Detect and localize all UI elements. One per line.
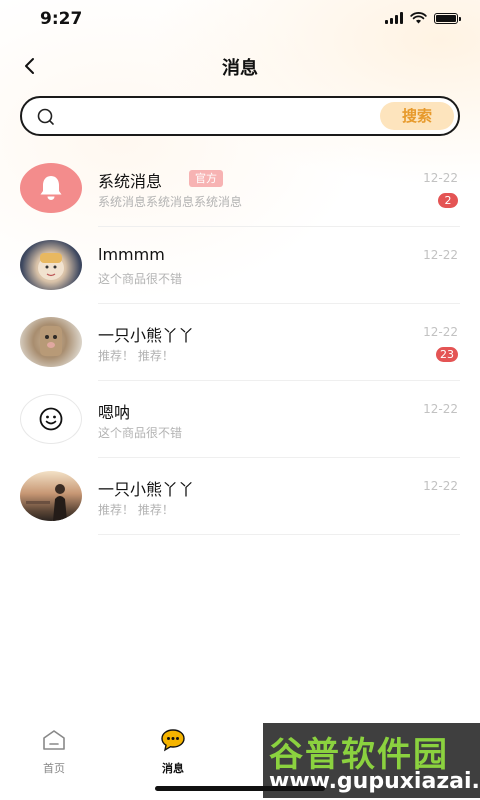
message-preview: 推荐！ 推荐！ xyxy=(98,503,174,517)
avatar xyxy=(20,317,82,367)
official-badge: 官方 xyxy=(189,170,223,187)
message-preview: 这个商品很不错 xyxy=(98,272,183,286)
cellular-signal-icon xyxy=(385,12,403,24)
status-icons xyxy=(385,12,461,24)
message-sender-name: lmmmm xyxy=(98,245,165,264)
user-photo-icon xyxy=(38,253,64,280)
message-date: 12-22 xyxy=(423,479,458,493)
status-time: 9:27 xyxy=(40,9,83,29)
home-indicator xyxy=(155,786,325,791)
message-list: 系统消息 官方 12-22 系统消息系统消息系统消息 2 lmmmm 12-22… xyxy=(0,150,480,535)
message-preview: 这个商品很不错 xyxy=(98,426,183,440)
messages-screen: 9:27 消息 搜索 系统消息 官方 12-22 系统消息系统消息系统消息 2 … xyxy=(0,0,480,800)
message-sender-name: 一只小熊丫丫 xyxy=(98,480,195,499)
message-item[interactable]: 一只小熊丫丫 12-22 推荐！ 推荐！ xyxy=(0,458,480,535)
message-sender-name: 嗯呐 xyxy=(98,403,131,422)
header: 消息 xyxy=(0,45,480,87)
search-icon xyxy=(37,108,54,125)
avatar xyxy=(20,240,82,290)
message-date: 12-22 xyxy=(423,325,458,339)
tab-messages-label: 消息 xyxy=(162,762,184,775)
search-bar: 搜索 xyxy=(20,96,460,136)
avatar xyxy=(20,394,82,444)
smiley-icon xyxy=(39,407,63,431)
page-title: 消息 xyxy=(222,58,258,79)
message-item[interactable]: 嗯呐 12-22 这个商品很不错 xyxy=(0,381,480,458)
tab-home[interactable]: 首页 xyxy=(24,728,84,776)
battery-icon xyxy=(434,12,461,24)
message-preview: 系统消息系统消息系统消息 xyxy=(98,195,243,209)
home-icon xyxy=(43,730,65,750)
message-date: 12-22 xyxy=(423,248,458,262)
tab-messages[interactable]: 消息 xyxy=(143,728,203,776)
tab-home-label: 首页 xyxy=(43,762,65,775)
message-item[interactable]: 一只小熊丫丫 12-22 推荐！ 推荐！ 23 xyxy=(0,304,480,381)
search-button[interactable]: 搜索 xyxy=(380,102,454,130)
avatar xyxy=(20,163,82,213)
unread-count-badge: 2 xyxy=(438,193,458,208)
avatar xyxy=(20,471,82,521)
bell-icon xyxy=(40,176,62,200)
unread-count-badge: 23 xyxy=(436,347,458,362)
search-input[interactable] xyxy=(66,102,370,132)
message-item-system[interactable]: 系统消息 官方 12-22 系统消息系统消息系统消息 2 xyxy=(0,150,480,227)
message-sender-name: 一只小熊丫丫 xyxy=(98,326,195,345)
divider xyxy=(98,534,460,535)
status-bar: 9:27 xyxy=(0,0,480,40)
user-photo-icon xyxy=(40,326,62,356)
message-date: 12-22 xyxy=(423,402,458,416)
message-sender-name: 系统消息 xyxy=(98,172,163,191)
message-preview: 推荐！ 推荐！ xyxy=(98,349,174,363)
message-item[interactable]: lmmmm 12-22 这个商品很不错 xyxy=(0,227,480,304)
wifi-icon xyxy=(410,12,427,24)
user-photo-icon xyxy=(26,484,67,521)
message-date: 12-22 xyxy=(423,171,458,185)
chat-bubble-icon xyxy=(161,729,185,752)
